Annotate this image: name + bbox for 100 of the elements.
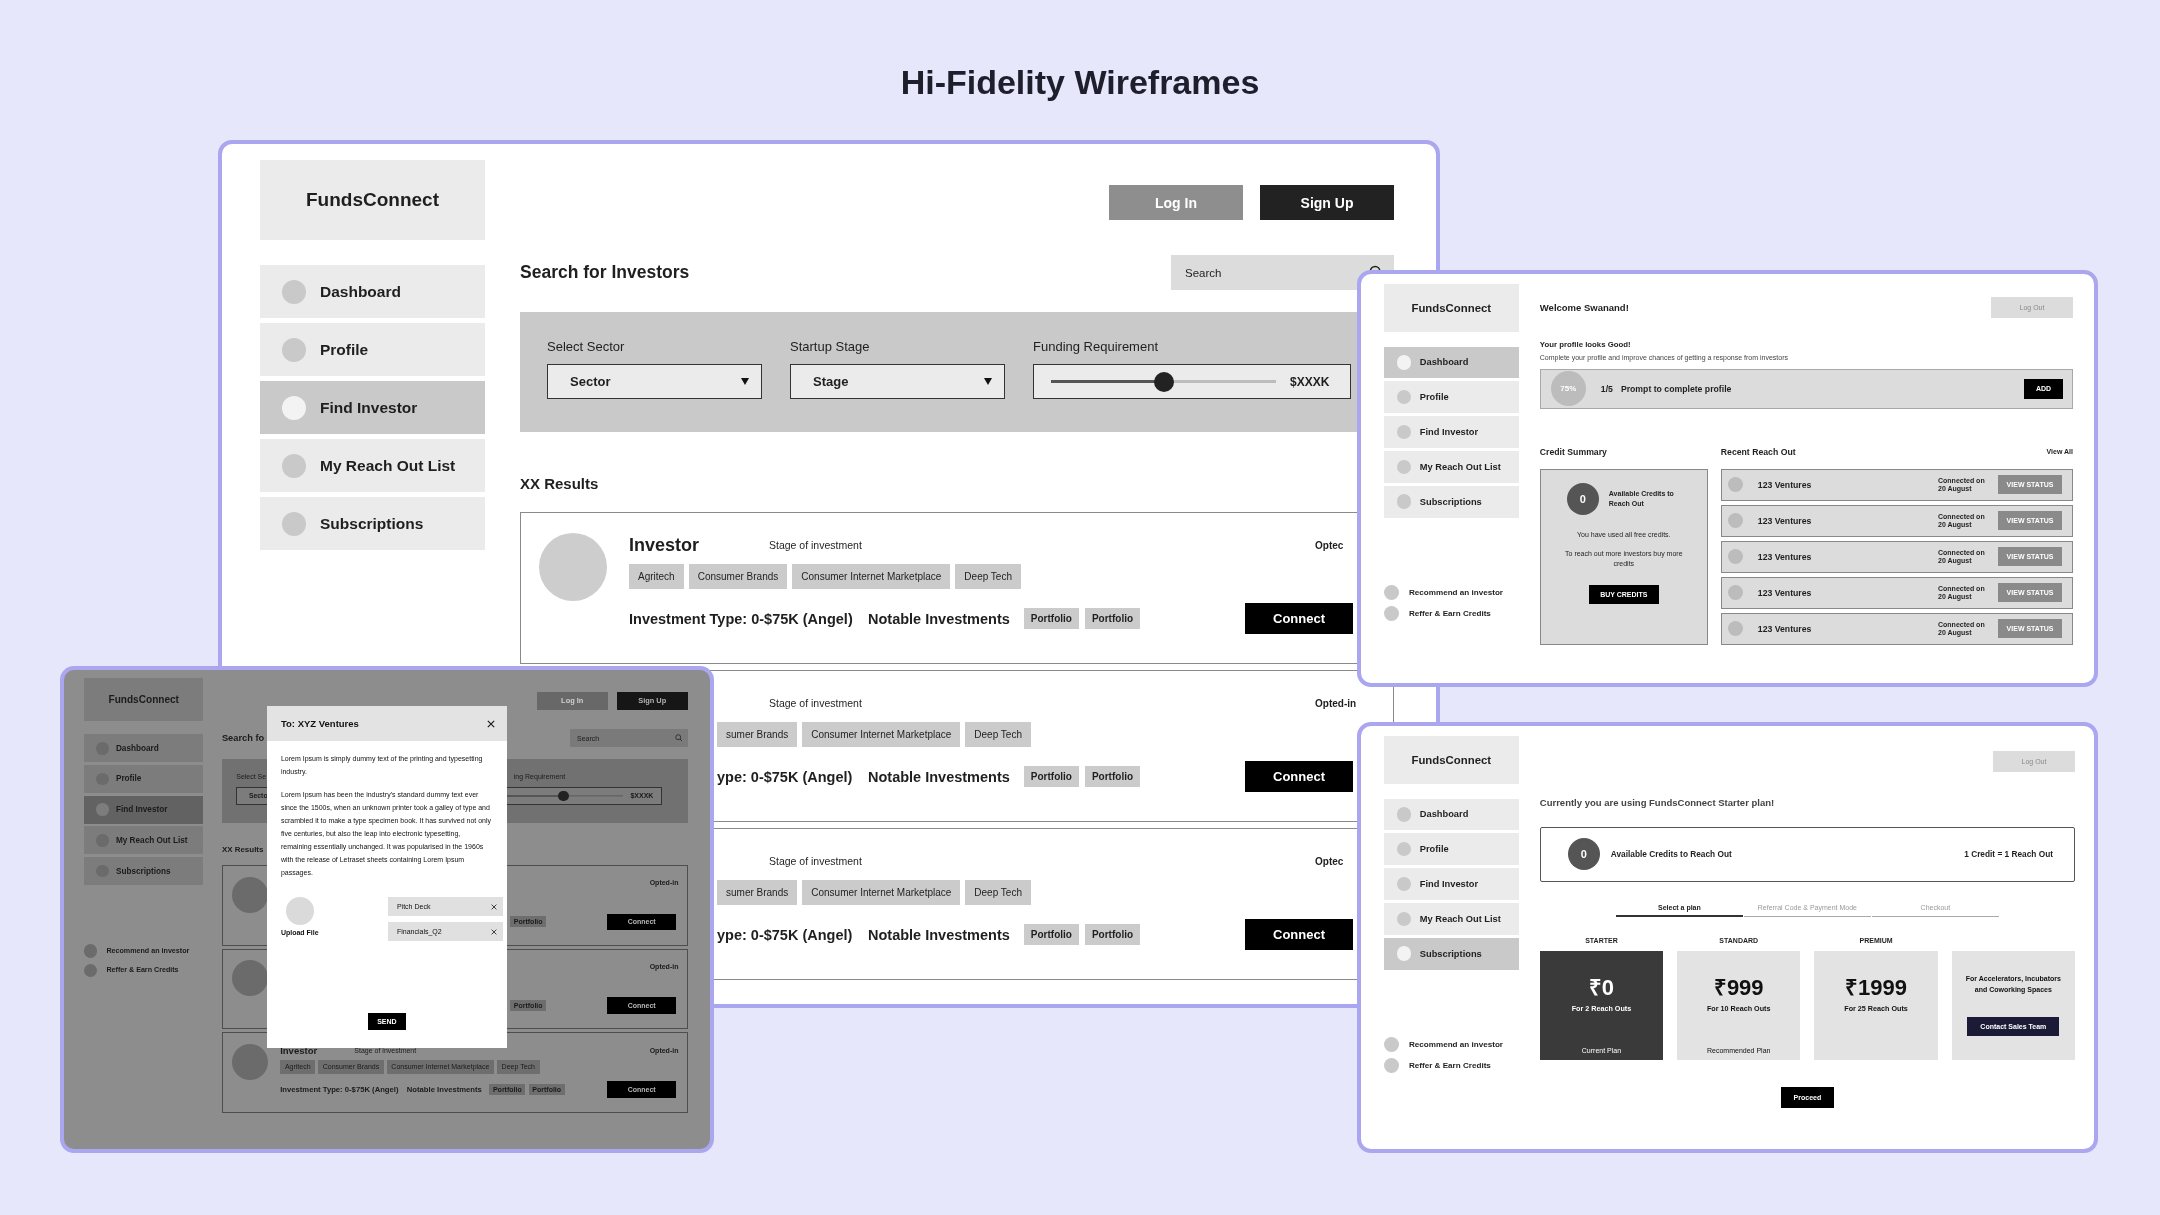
circle-icon bbox=[1727, 549, 1743, 565]
prompt-text: Prompt to complete profile bbox=[1620, 383, 1732, 394]
nav-item[interactable]: Find Investor bbox=[1383, 416, 1519, 448]
nav-item[interactable]: My Reach Out List bbox=[260, 439, 485, 492]
slider-thumb[interactable] bbox=[558, 790, 569, 802]
circle-icon bbox=[1397, 390, 1412, 405]
plan-price: ₹999 bbox=[1713, 974, 1764, 1001]
nav-item[interactable]: Find Investor bbox=[1383, 868, 1519, 900]
sector-tag: Deep Tech bbox=[965, 880, 1031, 905]
sector-tag: Consumer Brands bbox=[688, 564, 788, 589]
close-icon[interactable] bbox=[490, 903, 497, 910]
nav-item[interactable]: Subscriptions bbox=[260, 497, 485, 550]
sector-tag: Consumer Internet Marketplace bbox=[802, 880, 961, 905]
filter-label: Select Sector bbox=[547, 339, 626, 355]
stage-label: Stage of investment bbox=[769, 697, 862, 709]
logo: FundsConnect bbox=[1383, 283, 1519, 332]
nav-item[interactable]: Profile bbox=[260, 323, 485, 376]
venture-name: 123 Ventures bbox=[1757, 515, 1812, 526]
nav-item[interactable]: Find Investor bbox=[260, 381, 485, 434]
stage-dropdown[interactable]: Stage bbox=[790, 364, 1005, 399]
status-label: Optec bbox=[1315, 539, 1344, 551]
circle-icon bbox=[1397, 842, 1412, 857]
sector-tag: Deep Tech bbox=[965, 722, 1031, 747]
status-label: Opted-in bbox=[1315, 697, 1357, 709]
logo: FundsConnect bbox=[84, 678, 204, 721]
investor-name: Investor bbox=[280, 1044, 319, 1056]
circle-icon bbox=[1397, 459, 1412, 475]
circle-icon bbox=[1397, 355, 1412, 370]
stage-label: Stage of investment bbox=[769, 539, 862, 551]
stage-label: Stage of investment bbox=[769, 855, 862, 867]
circle-icon bbox=[282, 395, 306, 420]
sector-tag: sumer Brands bbox=[717, 880, 798, 905]
circle-icon bbox=[282, 337, 306, 362]
close-icon[interactable] bbox=[490, 928, 497, 935]
sector-dropdown[interactable]: Sector bbox=[547, 364, 762, 399]
circle-icon bbox=[84, 944, 98, 958]
credit-label: Available Credits to Reach Out bbox=[1610, 849, 1732, 860]
portfolio-tag[interactable]: Portfolio bbox=[1023, 924, 1079, 945]
plan-price: ₹1999 bbox=[1845, 974, 1907, 1001]
nav-item[interactable]: Dashboard bbox=[1383, 346, 1519, 379]
sidebar-link[interactable]: Recommend an investor bbox=[1383, 1036, 1519, 1052]
sidebar-link[interactable]: Reffer & Earn Credits bbox=[1383, 606, 1519, 622]
investment-type: Investment Type: 0-$75K (Angel) bbox=[629, 610, 854, 627]
page-title: Hi-Fidelity Wireframes bbox=[899, 62, 1261, 103]
nav-item[interactable]: Subscriptions bbox=[1383, 937, 1519, 970]
plan-notice: Currently you are using FundsConnect Starter plan! bbox=[1539, 796, 1776, 808]
venture-name: 123 Ventures bbox=[1757, 587, 1812, 598]
header-button[interactable]: Sign Up bbox=[1260, 185, 1394, 220]
notable-label: Notable Investments bbox=[868, 610, 1010, 627]
investor-name: Investor bbox=[629, 534, 701, 556]
slider-reading: $XXXK bbox=[1290, 374, 1330, 389]
circle-icon bbox=[95, 803, 109, 816]
circle-icon bbox=[1727, 585, 1743, 601]
portfolio-tag[interactable]: Portfolio bbox=[1084, 766, 1141, 787]
slider-thumb[interactable] bbox=[1153, 371, 1174, 392]
nav-item[interactable]: Dashboard bbox=[1383, 798, 1519, 831]
circle-icon bbox=[282, 511, 306, 536]
status-label: Optec bbox=[1315, 855, 1344, 867]
circle-icon bbox=[1383, 584, 1399, 600]
connect-button[interactable]: Connect bbox=[1245, 761, 1353, 792]
sidebar-link[interactable]: Recommend an investor bbox=[1383, 584, 1519, 600]
logo: FundsConnect bbox=[1383, 735, 1519, 784]
investment-type: ype: 0-$75K (Angel) bbox=[717, 768, 854, 785]
connect-button[interactable]: Connect bbox=[1245, 603, 1353, 634]
circle-icon bbox=[285, 897, 314, 926]
portfolio-tag[interactable]: Portfolio bbox=[1084, 608, 1141, 629]
nav-item[interactable]: My Reach Out List bbox=[84, 826, 204, 855]
nav-item[interactable]: Profile bbox=[1383, 381, 1519, 414]
venture-name: 123 Ventures bbox=[1757, 551, 1812, 562]
circle-icon bbox=[1383, 1058, 1399, 1074]
circle-icon bbox=[1397, 911, 1412, 927]
prompt-step: 1/5 bbox=[1600, 383, 1613, 394]
circle-icon bbox=[1383, 606, 1399, 622]
nav-item[interactable]: Dashboard bbox=[84, 734, 204, 763]
caret-icon bbox=[984, 378, 992, 385]
sidebar-link[interactable]: Reffer & Earn Credits bbox=[1383, 1058, 1519, 1074]
completion-badge: 75% bbox=[1550, 371, 1586, 407]
circle-icon bbox=[1727, 477, 1743, 493]
nav-item[interactable]: Profile bbox=[84, 764, 204, 793]
portfolio-tag[interactable]: Portfolio bbox=[1023, 608, 1079, 629]
nav-item[interactable]: Subscriptions bbox=[84, 857, 204, 886]
nav-item[interactable]: My Reach Out List bbox=[1383, 903, 1519, 935]
credit-count-badge: 0 bbox=[1567, 838, 1600, 871]
nav-item[interactable]: Dashboard bbox=[260, 265, 485, 318]
nav-item[interactable]: My Reach Out List bbox=[1383, 451, 1519, 483]
connect-button[interactable]: Connect bbox=[1245, 919, 1353, 950]
circle-icon bbox=[1727, 513, 1743, 529]
sector-tag: Consumer Internet Marketplace bbox=[792, 564, 951, 589]
credit-rate: 1 Credit = 1 Reach Out bbox=[1964, 849, 2053, 860]
portfolio-tag[interactable]: Portfolio bbox=[1023, 766, 1079, 787]
close-icon[interactable] bbox=[486, 719, 495, 728]
venture-name: 123 Ventures bbox=[1757, 623, 1812, 634]
nav-item[interactable]: Subscriptions bbox=[1383, 485, 1519, 518]
search-field[interactable]: Search bbox=[1171, 255, 1394, 290]
filter-label: Funding Requirement bbox=[1033, 339, 1160, 355]
section-heading: Search fo bbox=[221, 733, 265, 744]
portfolio-tag[interactable]: Portfolio bbox=[1084, 924, 1141, 945]
investment-type: ype: 0-$75K (Angel) bbox=[717, 926, 854, 943]
section-heading: Recent Reach Out bbox=[1720, 446, 1796, 457]
nav-item[interactable]: Profile bbox=[1383, 833, 1519, 866]
